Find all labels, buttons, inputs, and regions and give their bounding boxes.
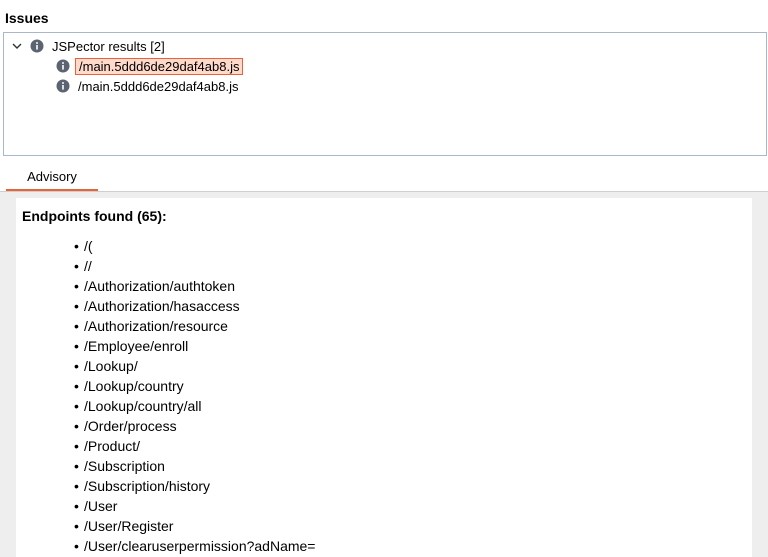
list-item: •/Lookup/country/all — [74, 398, 202, 414]
list-item: •/Product/ — [74, 438, 141, 454]
chevron-down-icon[interactable] — [10, 39, 24, 53]
list-item: •/Lookup/ — [74, 358, 138, 374]
tree-child-row[interactable]: /main.5ddd6de29daf4ab8.js — [56, 56, 244, 76]
burp-issues-window: Issues JSPector results [2] /main.5ddd6d… — [0, 0, 768, 557]
list-item: •/Subscription/history — [74, 478, 211, 494]
list-item: •/Lookup/country — [74, 378, 184, 394]
list-item: •/Authorization/authtoken — [74, 278, 235, 294]
tree-child-row[interactable]: /main.5ddd6de29daf4ab8.js — [56, 76, 241, 96]
list-item: •// — [74, 258, 92, 274]
issues-tree[interactable]: JSPector results [2] /main.5ddd6de29daf4… — [3, 32, 767, 156]
tree-child-label[interactable]: /main.5ddd6de29daf4ab8.js — [75, 78, 241, 95]
list-item: •/Authorization/resource — [74, 318, 228, 334]
advisory-panel: Endpoints found (65): •/( •// •/Authoriz… — [16, 198, 752, 557]
issues-header: Issues — [0, 0, 768, 32]
list-item: •/User/Register — [74, 518, 174, 534]
advisory-heading: Endpoints found (65): — [22, 208, 167, 224]
tree-child-label-selected[interactable]: /main.5ddd6de29daf4ab8.js — [75, 57, 244, 75]
list-item: •/User — [74, 498, 118, 514]
detail-tab-strip: Advisory — [0, 162, 768, 192]
vertical-scrollbar[interactable] — [752, 192, 768, 557]
list-item: •/Subscription — [74, 458, 165, 474]
list-item: •/User/clearuserpermission?adName= — [74, 538, 316, 554]
list-item: •/Order/process — [74, 418, 177, 434]
tree-root-row[interactable]: JSPector results [2] — [10, 36, 168, 56]
info-icon — [56, 59, 70, 73]
list-item: •/Authorization/hasaccess — [74, 298, 240, 314]
list-item: •/Employee/enroll — [74, 338, 189, 354]
tree-root-label: JSPector results [2] — [52, 38, 165, 54]
endpoint-list: •/( •// •/Authorization/authtoken •/Auth… — [74, 236, 316, 556]
issues-title: Issues — [5, 10, 49, 26]
advisory-area: Endpoints found (65): •/( •// •/Authoriz… — [0, 192, 768, 557]
info-icon — [56, 79, 70, 93]
tab-advisory[interactable]: Advisory — [6, 162, 98, 191]
list-item: •/( — [74, 238, 93, 254]
info-icon — [30, 39, 44, 53]
